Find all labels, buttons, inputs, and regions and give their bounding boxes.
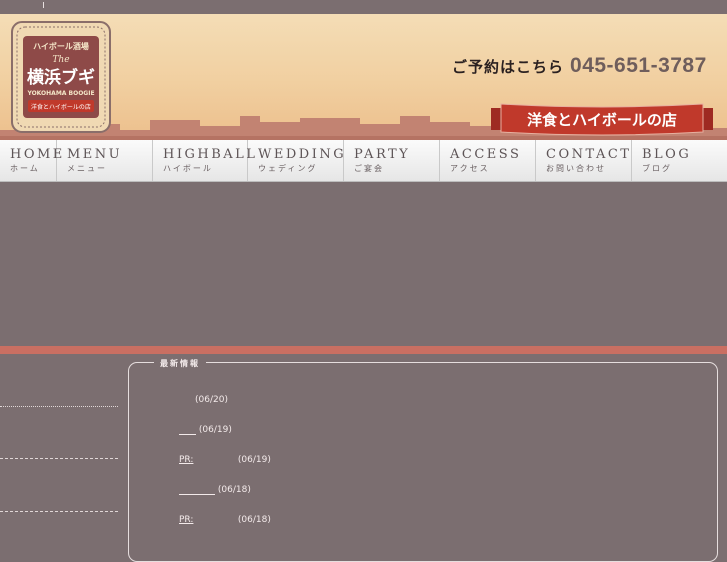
nav-menu[interactable]: MENU メニュー [57,140,153,181]
news-link[interactable] [179,426,196,435]
news-item: PR: (06/19) [179,455,271,465]
nav-menu-label: MENU [67,147,123,162]
nav-home-label: HOME [10,147,65,162]
nav-wedding[interactable]: WEDDING ウェディング [248,140,344,181]
logo-romaji: YOKOHAMA BOOGIE [26,90,94,97]
nav-contact[interactable]: CONTACT お問い合わせ [536,140,632,181]
news-link[interactable]: PR: [179,515,235,525]
news-item: (06/20) [195,395,228,405]
news-date: (06/19) [237,455,271,465]
nav-party-label: PARTY [354,147,411,162]
top-strip [0,0,727,14]
news-date: (06/18) [237,515,271,525]
nav-blog-label: BLOG [642,147,692,162]
left-sidebar [0,354,126,545]
nav-highball-label: HIGHBALL [163,147,258,162]
logo-tagline: 洋食とハイボールの店 [31,103,91,111]
logo-top-text: ハイボール酒場 [33,41,89,51]
news-date: (06/20) [195,395,228,405]
ribbon-text: 洋食とハイボールの店 [527,111,677,129]
news-link[interactable]: PR: [179,455,235,465]
news-link[interactable] [179,486,215,495]
news-title: 最新情報 [154,358,206,369]
nav-home[interactable]: HOME ホーム [0,140,65,181]
sidebar-divider [0,458,118,459]
accent-band [0,346,727,354]
site-logo[interactable]: ハイボール酒場 The 横浜ブギ YOKOHAMA BOOGIE 洋食とハイボー… [10,20,112,134]
news-date: (06/18) [217,485,251,495]
nav-highball[interactable]: HIGHBALL ハイボール [153,140,258,181]
news-item: (06/19) [179,425,232,435]
nav-wedding-sub: ウェディング [258,164,318,173]
reservation-block: ご予約はこちら 045-651-3787 [452,54,707,78]
nav-menu-sub: メニュー [67,164,107,173]
main-nav: HOME ホーム MENU メニュー HIGHBALL ハイボール WEDDIN… [0,140,727,182]
nav-access-label: ACCESS [450,147,522,162]
nav-party-sub: ご宴会 [354,164,384,173]
nav-access-sub: アクセス [450,164,490,173]
site-header: ハイボール酒場 The 横浜ブギ YOKOHAMA BOOGIE 洋食とハイボー… [0,14,727,140]
phone-number[interactable]: 045-651-3787 [570,54,707,77]
reserve-label: ご予約はこちら [452,58,565,76]
news-item: PR: (06/18) [179,515,271,525]
nav-party[interactable]: PARTY ご宴会 [344,140,440,181]
logo-script-text: The [52,55,69,65]
nav-blog-sub: ブログ [642,164,672,173]
nav-contact-sub: お問い合わせ [546,164,606,173]
nav-access[interactable]: ACCESS アクセス [440,140,536,181]
sidebar-divider [0,406,118,407]
news-date: (06/19) [198,425,232,435]
nav-contact-label: CONTACT [546,147,632,162]
nav-home-sub: ホーム [10,164,40,173]
top-tick [43,2,44,8]
ribbon-banner: 洋食とハイボールの店 [491,103,713,136]
news-item: (06/18) [179,485,251,495]
nav-wedding-label: WEDDING [258,147,347,162]
sidebar-divider [0,511,118,512]
nav-highball-sub: ハイボール [163,164,213,173]
nav-blog[interactable]: BLOG ブログ [632,140,727,181]
logo-main-text: 横浜ブギ [27,67,95,88]
